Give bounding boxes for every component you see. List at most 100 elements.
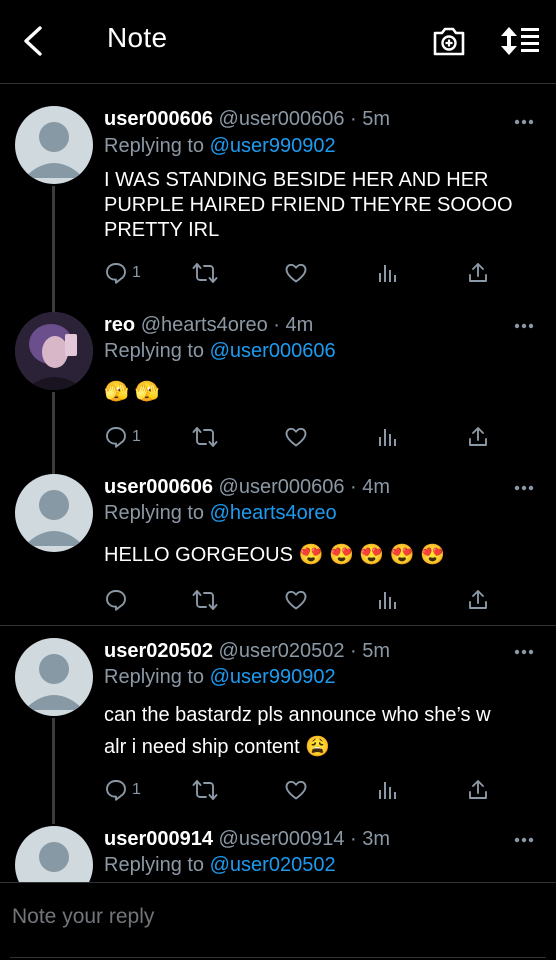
mention-link[interactable]: @user990902 <box>210 135 336 157</box>
display-name[interactable]: user000606 <box>104 476 213 498</box>
more-options-icon[interactable] <box>513 836 535 844</box>
back-arrow-icon[interactable] <box>18 24 48 58</box>
reply-count: 1 <box>132 428 141 445</box>
like-icon <box>284 425 308 449</box>
replying-to: Replying to @user020502 <box>104 854 336 876</box>
display-name[interactable]: user000606 <box>104 108 213 130</box>
reply-icon <box>104 588 128 612</box>
avatar[interactable] <box>15 474 93 552</box>
reply-button[interactable]: 1 <box>104 260 141 286</box>
action-bar: 1 <box>104 777 524 803</box>
share-icon <box>466 261 490 285</box>
views-button[interactable] <box>376 424 400 450</box>
tweet-text: HELLO GORGEOUS 😍 😍 😍 😍 😍 <box>104 544 446 566</box>
reply-count: 1 <box>132 781 141 798</box>
like-button[interactable] <box>284 777 308 803</box>
retweet-button[interactable] <box>192 424 218 450</box>
mention-link[interactable]: @user000606 <box>210 340 336 362</box>
retweet-button[interactable] <box>192 260 218 286</box>
avatar[interactable] <box>15 106 93 184</box>
avatar[interactable] <box>15 638 93 716</box>
page-title: Note <box>107 22 168 53</box>
tweet-1[interactable]: reo @hearts4oreo · 4m Replying to @user0… <box>0 290 556 476</box>
reply-count: 1 <box>132 264 141 281</box>
share-button[interactable] <box>466 587 490 613</box>
sort-replies-icon[interactable] <box>498 24 542 58</box>
views-button[interactable] <box>376 587 400 613</box>
share-icon <box>466 778 490 802</box>
retweet-button[interactable] <box>192 587 218 613</box>
retweet-icon <box>192 425 218 449</box>
reply-button[interactable]: 1 <box>104 777 141 803</box>
views-chart-icon <box>376 588 400 612</box>
top-bar: Note <box>0 0 556 84</box>
action-bar <box>104 587 524 613</box>
retweet-icon <box>192 588 218 612</box>
replying-to: Replying to @hearts4oreo <box>104 502 337 524</box>
views-chart-icon <box>376 261 400 285</box>
share-icon <box>466 588 490 612</box>
tweet-text: I WAS STANDING BESIDE HER AND HER PURPLE… <box>104 169 513 241</box>
views-button[interactable] <box>376 777 400 803</box>
reply-button[interactable]: 1 <box>104 424 141 450</box>
display-name[interactable]: user000914 <box>104 828 213 850</box>
retweet-icon <box>192 261 218 285</box>
tweet-meta: user000606 @user000606 · 5m <box>104 108 390 131</box>
mention-link[interactable]: @hearts4oreo <box>210 502 337 524</box>
views-chart-icon <box>376 425 400 449</box>
more-options-icon[interactable] <box>513 118 535 126</box>
share-button[interactable] <box>466 260 490 286</box>
like-button[interactable] <box>284 424 308 450</box>
reply-composer[interactable]: Note your reply <box>0 882 556 960</box>
display-name[interactable]: reo <box>104 314 135 336</box>
more-options-icon[interactable] <box>513 322 535 330</box>
like-icon <box>284 778 308 802</box>
action-bar: 1 <box>104 260 524 286</box>
display-name[interactable]: user020502 <box>104 640 213 662</box>
tweet-0[interactable]: user000606 @user000606 · 5m Replying to … <box>0 86 556 312</box>
handle-time: @hearts4oreo · 4m <box>140 314 314 336</box>
share-button[interactable] <box>466 777 490 803</box>
tweet-text: can the bastardz pls announce who she’s … <box>104 699 534 763</box>
tweet-text: 🫣 🫣 <box>104 381 160 403</box>
thread-line <box>52 718 55 824</box>
like-button[interactable] <box>284 260 308 286</box>
retweet-button[interactable] <box>192 777 218 803</box>
like-icon <box>284 588 308 612</box>
tweet-meta: reo @hearts4oreo · 4m <box>104 314 313 337</box>
tweet-3[interactable]: user020502 @user020502 · 5m Replying to … <box>0 626 556 824</box>
more-options-icon[interactable] <box>513 484 535 492</box>
tweet-meta: user020502 @user020502 · 5m <box>104 640 390 663</box>
action-bar: 1 <box>104 424 524 450</box>
reply-icon <box>104 425 128 449</box>
handle-time: @user020502 · 5m <box>218 640 391 662</box>
tweet-text-line: alr i need ship content 😩 <box>104 736 331 758</box>
views-chart-icon <box>376 778 400 802</box>
replying-to: Replying to @user990902 <box>104 135 336 157</box>
tweet-meta: user000606 @user000606 · 4m <box>104 476 390 499</box>
reply-icon <box>104 778 128 802</box>
retweet-icon <box>192 778 218 802</box>
share-button[interactable] <box>466 424 490 450</box>
reply-input[interactable]: Note your reply <box>12 905 154 929</box>
more-options-icon[interactable] <box>513 648 535 656</box>
like-button[interactable] <box>284 587 308 613</box>
mention-link[interactable]: @user020502 <box>210 854 336 876</box>
divider <box>10 957 546 958</box>
tweet-2[interactable]: user000606 @user000606 · 4m Replying to … <box>0 462 556 625</box>
replying-to: Replying to @user000606 <box>104 340 336 362</box>
tweet-text-line: can the bastardz pls announce who she’s … <box>104 704 491 726</box>
reply-icon <box>104 261 128 285</box>
reply-button[interactable] <box>104 587 132 613</box>
mention-link[interactable]: @user990902 <box>210 666 336 688</box>
avatar[interactable] <box>15 826 93 882</box>
views-button[interactable] <box>376 260 400 286</box>
camera-add-icon[interactable] <box>430 24 468 58</box>
handle-time: @user000914 · 3m <box>218 828 391 850</box>
tweet-4[interactable]: user000914 @user000914 · 3m Replying to … <box>0 816 556 882</box>
avatar[interactable] <box>15 312 93 390</box>
tweet-meta: user000914 @user000914 · 3m <box>104 828 390 851</box>
share-icon <box>466 425 490 449</box>
replying-to: Replying to @user990902 <box>104 666 336 688</box>
handle-time: @user000606 · 4m <box>218 476 391 498</box>
